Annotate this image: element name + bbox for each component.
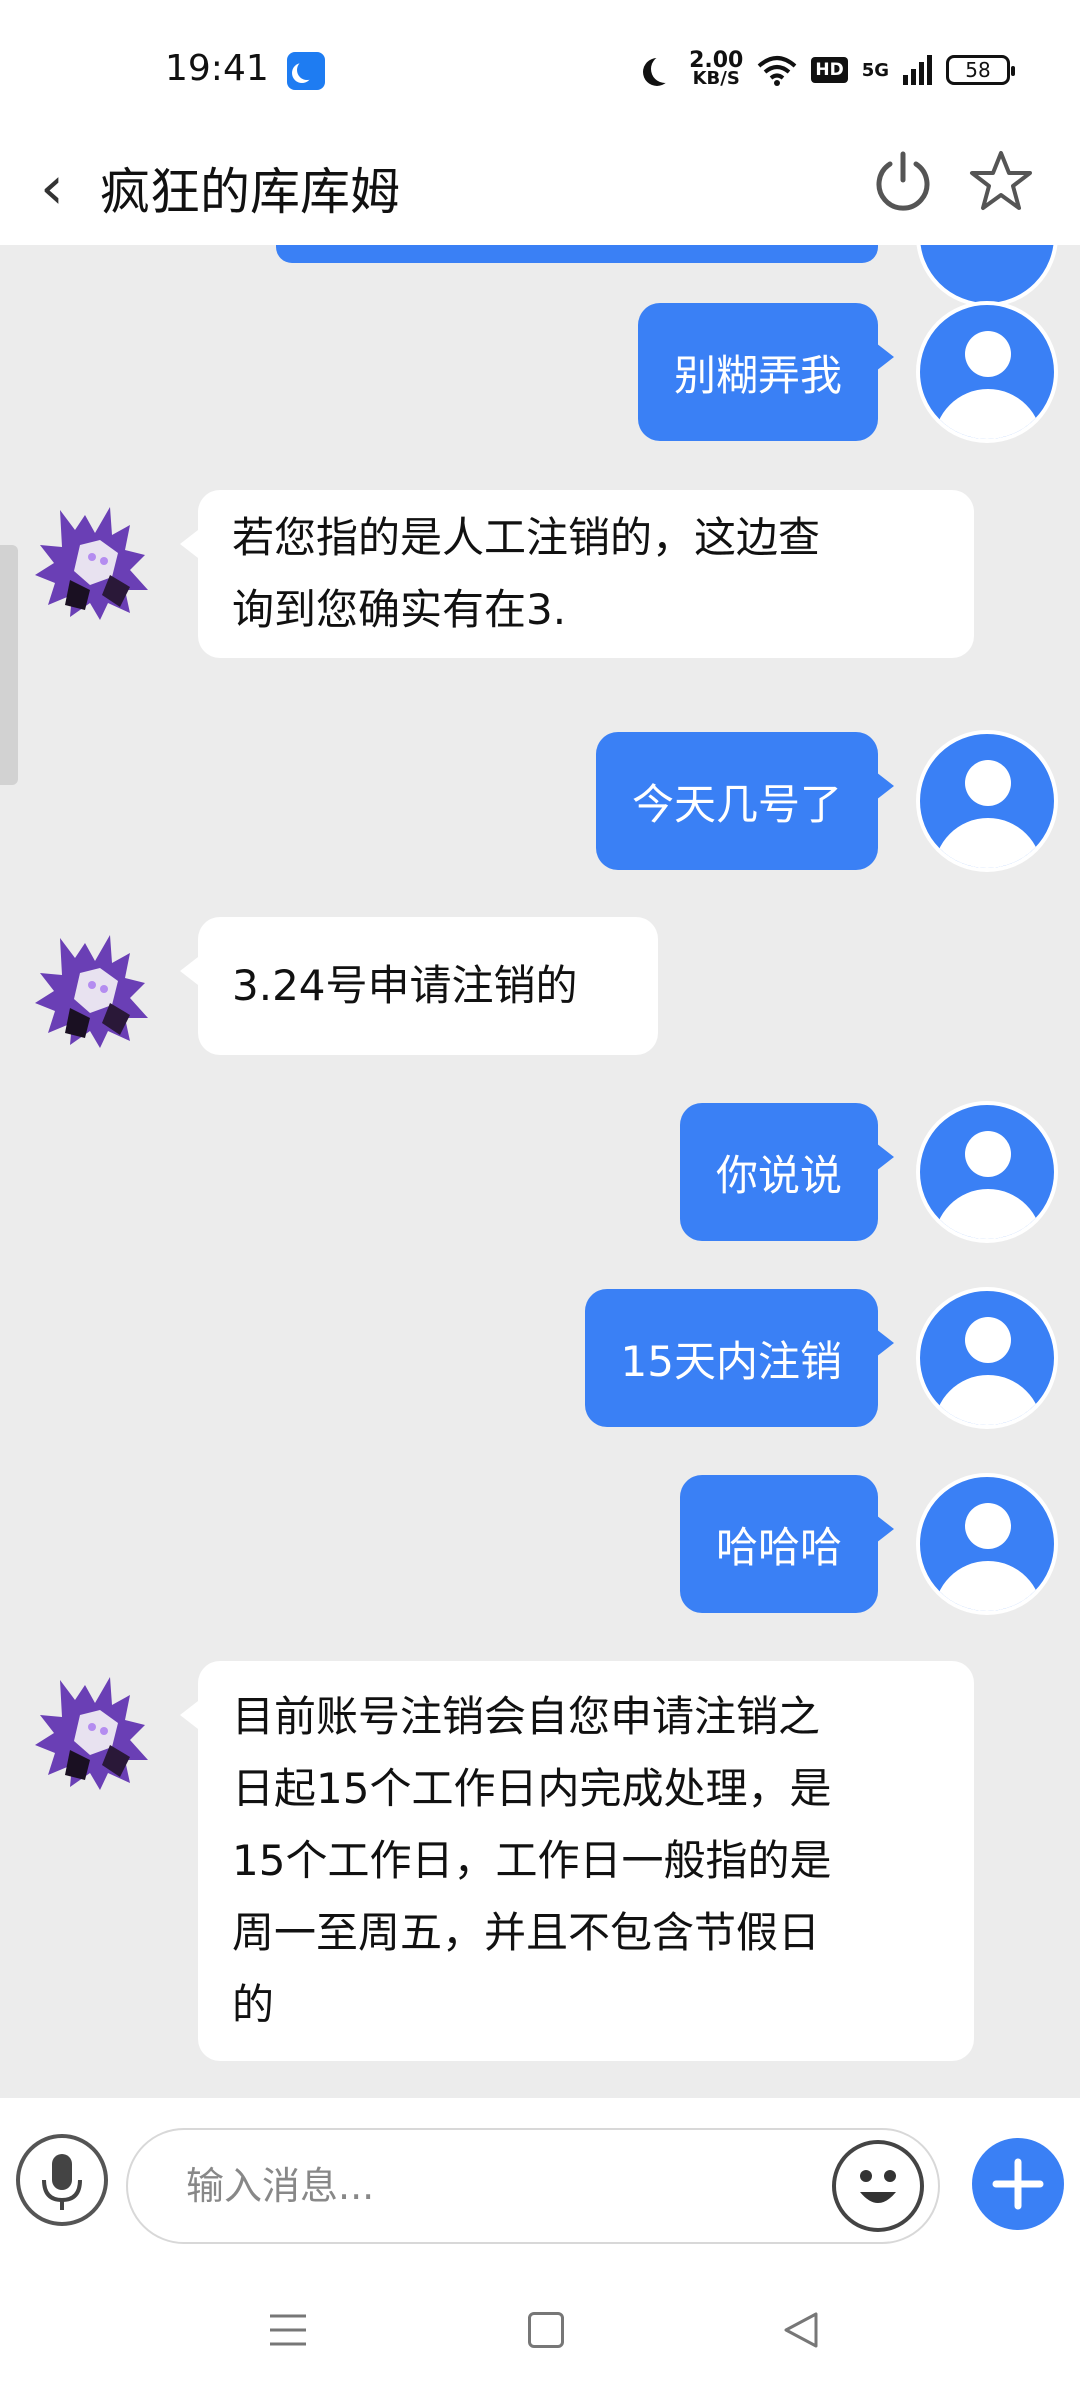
message-line: 的 — [232, 1980, 275, 2029]
user-avatar-partial — [916, 245, 1058, 307]
status-time: 19:41 — [165, 48, 269, 89]
message-line: 询到您确实有在3. — [232, 585, 567, 634]
status-indicators: 2.00 KB/S HD 5G 58 — [641, 50, 1015, 90]
page-title: 疯狂的库库姆 — [100, 163, 400, 221]
wifi-icon — [758, 56, 797, 86]
avatar[interactable] — [916, 730, 1058, 872]
message-line: 若您指的是人工注销的，这边查 — [232, 513, 821, 562]
signal-icon — [903, 55, 932, 85]
hd-badge: HD — [811, 57, 848, 83]
menu-icon[interactable] — [268, 2312, 308, 2348]
message-bubble-partial — [276, 245, 878, 263]
star-icon[interactable] — [968, 148, 1034, 214]
network-speed-unit: KB/S — [692, 68, 740, 89]
do-not-disturb-icon — [641, 53, 675, 87]
message-bubble-outgoing[interactable]: 哈哈哈 — [679, 1475, 895, 1613]
chat-area[interactable]: 别糊弄我 若您指的是人工注销的，这边查 询到您确实有在3. 今天几号了 3.24… — [0, 245, 1080, 2098]
message-bubble-incoming[interactable]: 若您指的是人工注销的，这边查 询到您确实有在3. — [180, 490, 974, 658]
status-bar: 19:41 2.00 KB/S HD 5G 58 — [0, 0, 1080, 140]
back-button[interactable]: ‹ — [40, 158, 64, 218]
plus-icon[interactable] — [972, 2138, 1064, 2230]
bot-avatar[interactable] — [30, 495, 160, 625]
avatar[interactable] — [916, 1287, 1058, 1429]
message-bubble-outgoing[interactable]: 别糊弄我 — [637, 303, 895, 441]
avatar[interactable] — [916, 301, 1058, 443]
message-input-field[interactable] — [126, 2128, 940, 2244]
microphone-icon[interactable] — [16, 2134, 108, 2226]
network-speed: 2.00 KB/S — [689, 50, 743, 89]
message-bubble-outgoing[interactable]: 15天内注销 — [584, 1289, 895, 1427]
avatar[interactable] — [916, 1101, 1058, 1243]
message-bubble-incoming[interactable]: 3.24号申请注销的 — [180, 917, 658, 1055]
message-line: 3.24号申请注销的 — [232, 961, 578, 1010]
message-bubble-outgoing[interactable]: 今天几号了 — [595, 732, 895, 870]
bot-avatar[interactable] — [30, 923, 160, 1053]
bot-avatar[interactable] — [30, 1665, 160, 1795]
input-bar — [0, 2098, 1080, 2260]
chat-header: ‹ 疯狂的库库姆 — [0, 140, 1080, 245]
scrollbar[interactable] — [0, 545, 18, 785]
system-nav-bar — [0, 2260, 1080, 2400]
message-bubble-incoming[interactable]: 目前账号注销会自您申请注销之 日起15个工作日内完成处理，是 15个工作日，工作… — [180, 1661, 974, 2061]
home-icon[interactable] — [528, 2312, 564, 2348]
message-input[interactable] — [186, 2130, 806, 2242]
message-line: 日起15个工作日内完成处理，是 — [232, 1764, 832, 1813]
battery-icon: 58 — [946, 55, 1015, 85]
smiley-icon[interactable] — [832, 2140, 924, 2232]
avatar[interactable] — [916, 1473, 1058, 1615]
message-line: 周一至周五，并且不包含节假日 — [232, 1908, 821, 1957]
message-bubble-outgoing[interactable]: 你说说 — [679, 1103, 895, 1241]
power-icon[interactable] — [872, 150, 934, 212]
nav-back-icon[interactable] — [782, 2310, 822, 2350]
message-line: 15个工作日，工作日一般指的是 — [232, 1836, 832, 1885]
message-line: 目前账号注销会自您申请注销之 — [232, 1692, 821, 1741]
network-type: 5G — [861, 59, 889, 81]
moon-app-icon — [287, 52, 325, 90]
